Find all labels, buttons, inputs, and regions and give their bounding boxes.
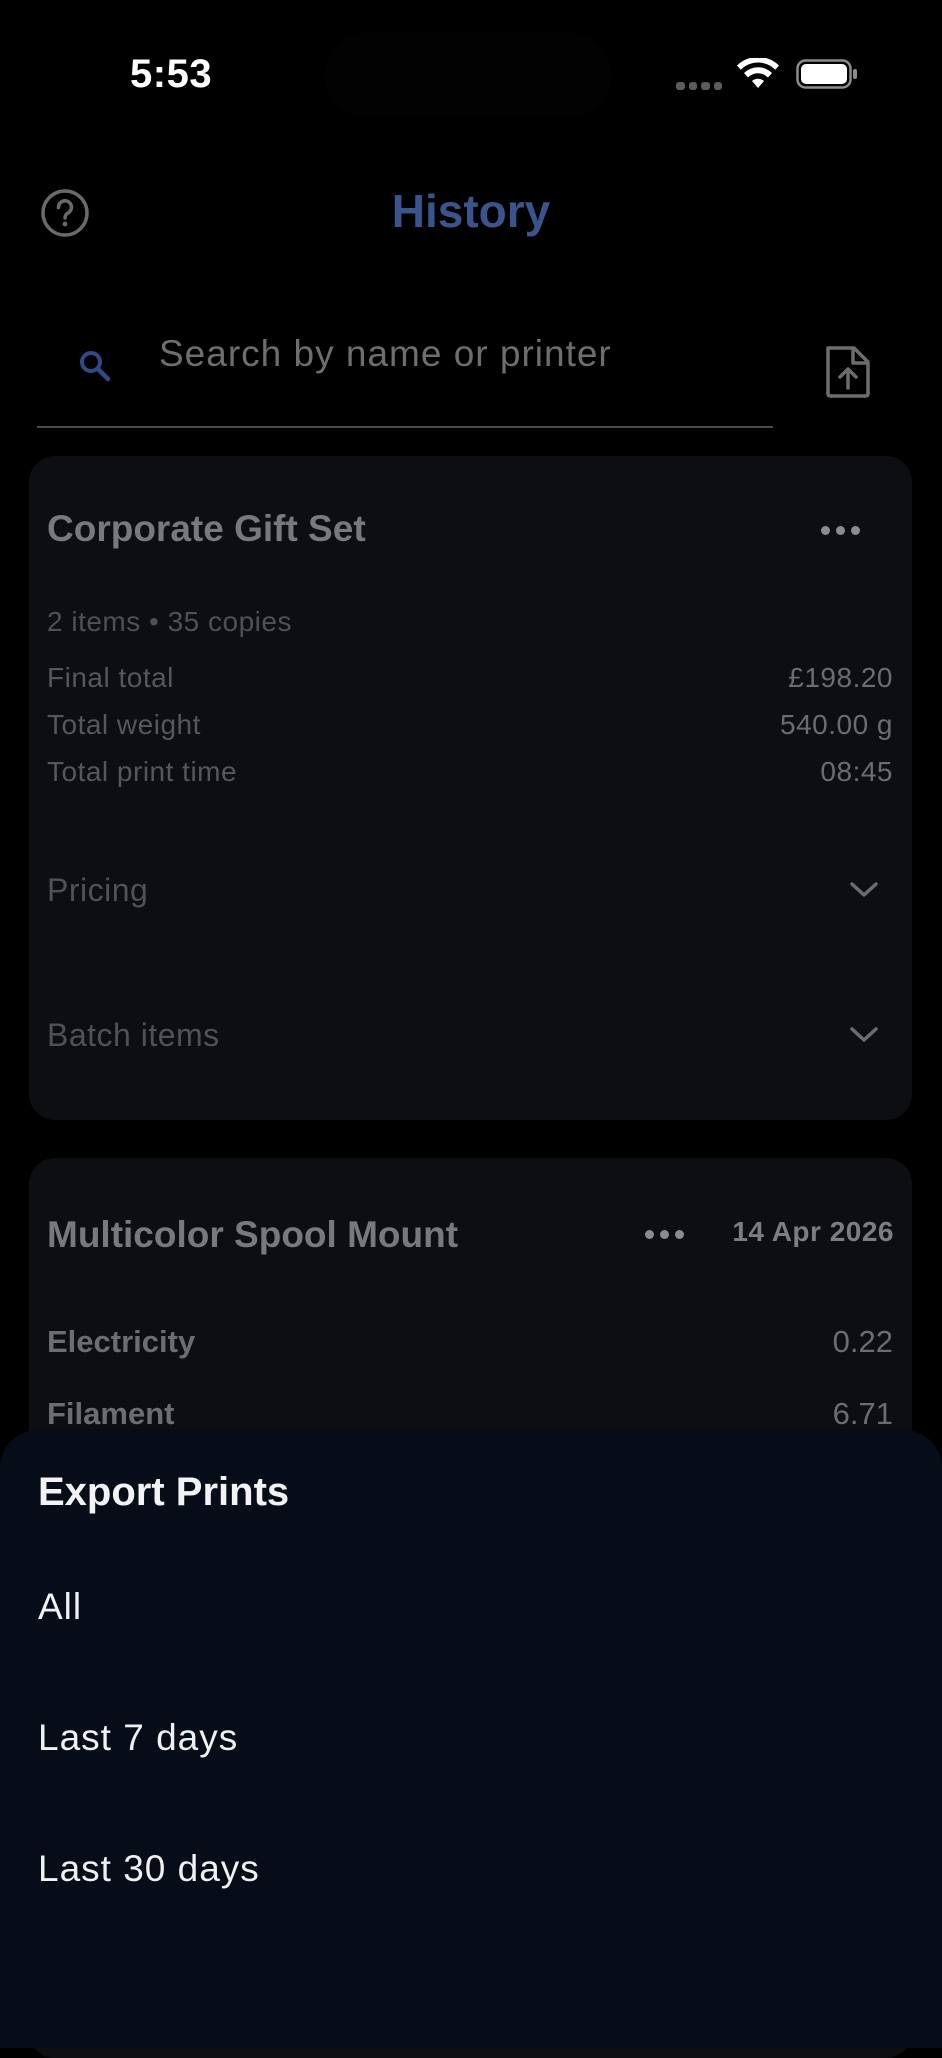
more-options-icon[interactable] [645, 1228, 685, 1240]
status-time: 5:53 [130, 52, 213, 96]
stat-value: 08:45 [820, 756, 893, 787]
option-label: Last 30 days [38, 1848, 260, 1889]
file-upload-icon[interactable] [822, 344, 874, 400]
status-bar: 5:53 [0, 0, 942, 150]
export-option-last-7-days[interactable]: Last 7 days [0, 1677, 942, 1807]
breakdown-label: Filament [47, 1396, 175, 1431]
breakdown-label: Electricity [47, 1324, 196, 1359]
batch-items-expander[interactable]: Batch items [47, 1005, 893, 1065]
stat-label: Total print time [47, 756, 238, 787]
card-title: Corporate Gift Set [47, 508, 366, 549]
stat-label: Final total [47, 662, 174, 693]
history-screen: 5:53 History Search by name or printer C… [0, 0, 942, 2058]
sheet-title: Export Prints [38, 1470, 290, 1514]
chevron-down-icon [850, 882, 878, 897]
search-icon [80, 351, 111, 382]
history-card[interactable]: Corporate Gift Set 2 items • 35 copies F… [29, 456, 912, 1120]
breakdown-row-electricity: Electricity 0.22 [47, 1324, 893, 1360]
card-date: 14 Apr 2026 [732, 1216, 894, 1247]
stat-value: £198.20 [788, 662, 893, 693]
expander-label: Batch items [47, 1016, 220, 1053]
expander-label: Pricing [47, 871, 149, 908]
option-label: All [38, 1586, 83, 1627]
wifi-icon [737, 58, 779, 88]
search-bar[interactable] [37, 320, 773, 428]
chevron-down-icon [850, 1027, 878, 1042]
breakdown-value: 6.71 [832, 1396, 893, 1431]
page-title: History [391, 185, 551, 237]
option-label: Last 7 days [38, 1717, 239, 1758]
card-title: Multicolor Spool Mount [47, 1214, 459, 1255]
search-input[interactable] [159, 326, 759, 382]
more-options-icon[interactable] [821, 524, 861, 536]
stat-label: Total weight [47, 709, 201, 740]
export-option-last-30-days[interactable]: Last 30 days [0, 1808, 942, 1938]
breakdown-row-filament: Filament 6.71 [47, 1396, 893, 1432]
dynamic-island [325, 33, 611, 117]
pricing-expander[interactable]: Pricing [47, 860, 893, 920]
stat-value: 540.00 g [780, 709, 893, 740]
export-prints-sheet: Export Prints All Last 7 days Last 30 da… [0, 1430, 942, 2048]
stat-row-total-print-time: Total print time 08:45 [47, 756, 893, 788]
card-subtitle: 2 items • 35 copies [47, 606, 292, 637]
stat-row-total-weight: Total weight 540.00 g [47, 709, 893, 741]
export-option-all[interactable]: All [0, 1546, 942, 1676]
breakdown-value: 0.22 [832, 1324, 893, 1359]
battery-icon [796, 59, 857, 89]
cellular-signal-icon [676, 82, 722, 90]
stat-row-final-total: Final total £198.20 [47, 662, 893, 694]
